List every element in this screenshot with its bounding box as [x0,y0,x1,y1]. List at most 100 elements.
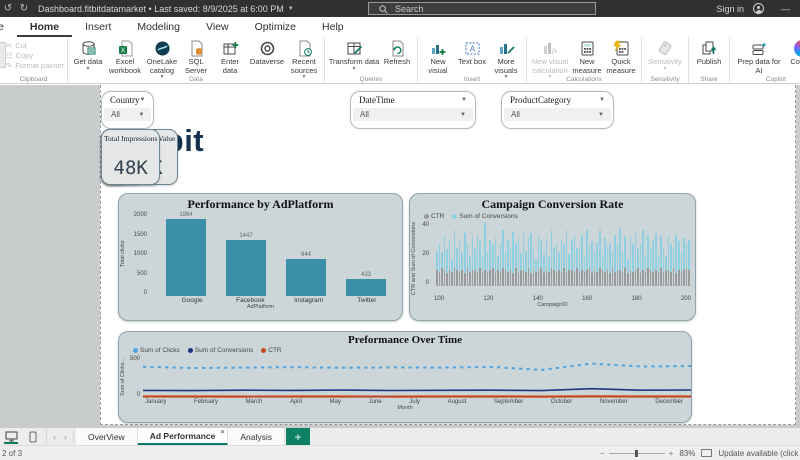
redo-icon[interactable]: ↻ [16,3,32,14]
campaign-bar[interactable] [644,255,647,286]
prep-data-for-ai-button[interactable]: Prep data for AI [733,39,785,75]
campaign-bar[interactable] [614,234,616,286]
tab-view[interactable]: View [193,18,242,37]
chart-performance-by-adplatform[interactable]: Performance by AdPlatform Total clicks 2… [118,193,403,321]
campaign-bar[interactable] [494,238,497,286]
campaign-bar[interactable] [560,239,563,286]
campaign-bar[interactable] [458,239,461,286]
publish-button[interactable]: Publish [692,39,726,67]
legend-sum-of-conversions[interactable]: Sum of Conversions [187,347,253,354]
mobile-view-button[interactable] [22,428,44,445]
campaign-bar[interactable] [517,238,520,286]
campaign-bar[interactable] [629,234,632,286]
campaign-bar[interactable] [512,231,514,286]
desktop-view-button[interactable] [0,428,22,445]
chevron-down-icon[interactable]: ▼ [140,97,146,103]
campaign-bar[interactable] [670,244,672,286]
campaign-bar[interactable] [619,228,621,286]
campaign-bar[interactable] [593,250,596,286]
tab-insert[interactable]: Insert [72,18,124,37]
slicer-datetime[interactable]: DateTime ▼ All ▼ [350,91,476,129]
campaign-bar[interactable] [540,241,542,286]
campaign-bar[interactable] [604,238,606,286]
campaign-bar[interactable] [484,222,486,286]
campaign-bar[interactable] [639,244,642,286]
title-dropdown-icon[interactable]: ▼ [288,6,294,12]
campaign-bar[interactable] [502,230,504,286]
campaign-bar[interactable] [441,252,443,286]
chevron-down-icon[interactable]: ▼ [461,97,467,103]
campaign-bar[interactable] [514,242,517,286]
legend-ctr[interactable]: CTR [424,213,444,220]
update-available-text[interactable]: Update available (click [718,449,798,458]
campaign-bar[interactable] [553,247,555,286]
zoom-thumb[interactable] [634,449,638,457]
campaign-bar[interactable] [451,258,453,286]
campaign-bar[interactable] [672,247,675,286]
campaign-bar[interactable] [537,234,540,286]
campaign-bar[interactable] [685,242,688,286]
next-page-arrow[interactable]: › [60,428,71,445]
fit-to-page-icon[interactable] [701,449,713,457]
legend-ctr[interactable]: CTR [261,347,282,354]
account-avatar-icon[interactable] [753,3,764,14]
campaign-bar[interactable] [677,241,680,286]
campaign-bar[interactable] [588,246,591,286]
campaign-bar[interactable] [611,250,614,286]
campaign-bar[interactable] [542,254,545,286]
campaign-bar[interactable] [665,255,667,286]
campaign-bar[interactable] [606,246,609,286]
campaign-bar[interactable] [453,230,456,286]
dataverse-button[interactable]: Dataverse [247,39,287,67]
more-visuals-button[interactable]: More visuals ▼ [489,39,523,81]
campaign-bar[interactable] [522,233,525,286]
undo-icon[interactable]: ↺ [0,3,16,14]
campaign-bar[interactable] [621,250,624,286]
slicer-country-value[interactable]: All ▼ [104,108,152,121]
campaign-bar[interactable] [545,238,548,286]
campaign-bar[interactable] [652,241,655,286]
campaign-bar[interactable] [548,257,550,286]
campaign-bar[interactable] [568,254,570,286]
campaign-bar[interactable] [655,233,657,286]
campaign-bar[interactable] [563,244,565,286]
campaign-bar[interactable] [438,242,441,286]
campaign-bar[interactable] [578,246,581,286]
text-box-button[interactable]: A Text box [455,39,489,67]
campaign-bar[interactable] [596,242,598,286]
quick-measure-button[interactable]: Quick measure [604,39,638,75]
new-visual-calculation-button[interactable]: fx New visual calculation ▼ [530,39,570,81]
campaign-bar[interactable] [474,249,476,286]
onelake-catalog-button[interactable]: OneLake catalog ▼ [145,39,179,81]
campaign-bar[interactable] [527,238,530,286]
line-sum-of-clicks[interactable] [142,362,691,371]
transform-data-button[interactable]: Transform data ▼ [328,39,380,72]
campaign-bar[interactable] [632,244,634,286]
slicer-productcategory-value[interactable]: All ▼ [504,108,611,121]
campaign-bar[interactable] [642,230,644,286]
cut-button[interactable]: ✂ Cut [6,41,64,50]
campaign-bar[interactable] [436,250,438,286]
campaign-bar[interactable] [461,252,464,286]
zoom-in-icon[interactable]: + [669,449,674,458]
campaign-bar[interactable] [627,258,629,286]
campaign-bar[interactable] [520,254,522,286]
campaign-bar[interactable] [530,233,532,286]
campaign-bar[interactable] [466,242,469,286]
campaign-bar[interactable] [616,244,619,286]
campaign-bar[interactable] [599,230,601,286]
campaign-bar[interactable] [680,252,683,286]
campaign-bar[interactable] [657,255,660,286]
line-sum-of-conversions[interactable] [142,387,691,392]
campaign-bar[interactable] [581,234,583,286]
page-tab-analysis[interactable]: Analysis [228,428,286,445]
format-painter-button[interactable]: ✎ Format painter [6,61,64,70]
campaign-bar[interactable] [469,257,471,286]
campaign-bar[interactable] [486,252,489,286]
bar[interactable] [166,218,206,296]
new-measure-button[interactable]: New measure [570,39,604,75]
recent-sources-button[interactable]: Recent sources ▼ [287,39,321,81]
copy-button[interactable]: ☷ Copy [6,51,64,60]
enter-data-button[interactable]: Enter data [213,39,247,75]
zoom-track[interactable] [608,449,665,457]
